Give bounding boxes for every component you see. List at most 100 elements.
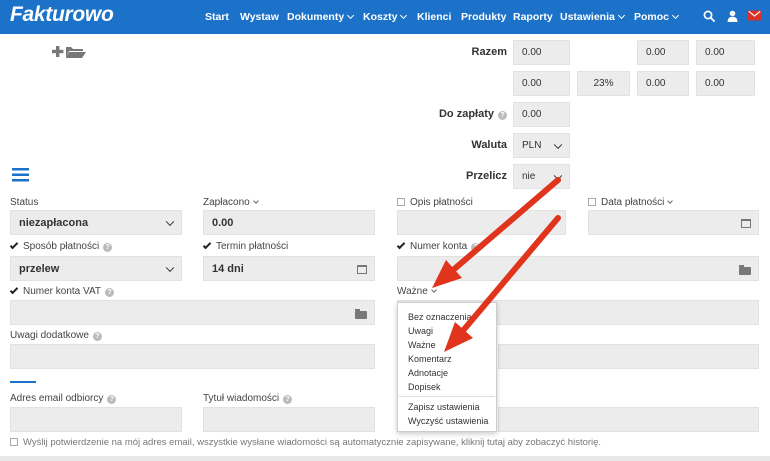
- chevron-down-icon: [347, 11, 355, 20]
- brand-logo[interactable]: Fakturowo: [10, 3, 114, 27]
- nav-koszty[interactable]: Koszty: [363, 11, 408, 23]
- nav-koszty-label: Koszty: [363, 11, 398, 23]
- razem-col3: 0.00: [637, 40, 689, 65]
- zaplacono-input[interactable]: 0.00: [203, 210, 375, 235]
- opis-checkbox[interactable]: [397, 198, 405, 206]
- uwagi-input-right[interactable]: [498, 344, 759, 369]
- confirm-checkbox[interactable]: [10, 438, 18, 446]
- help-icon[interactable]: ?: [103, 243, 113, 252]
- check-icon: [396, 240, 406, 250]
- przelicz-value: nie: [522, 171, 536, 182]
- help-icon[interactable]: ?: [92, 332, 102, 341]
- tytul-label: Tytuł wiadomości?: [203, 393, 293, 404]
- numer-konta-vat-label[interactable]: Numer konta VAT?: [9, 285, 114, 297]
- opis-input[interactable]: [397, 210, 566, 235]
- search-icon[interactable]: [703, 10, 715, 22]
- top-navbar: Fakturowo Start Wystaw Dokumenty Koszty …: [0, 0, 770, 34]
- do-zaplaty-label: Do zapłaty?: [425, 108, 507, 120]
- numer-konta-input[interactable]: [397, 256, 759, 281]
- nav-pomoc-label: Pomoc: [634, 11, 670, 23]
- menu-item-adnotacje[interactable]: Adnotacje: [408, 368, 448, 378]
- data-platnosci-label[interactable]: Data płatności: [588, 197, 674, 208]
- menu-item-komentarz[interactable]: Komentarz: [408, 354, 452, 364]
- nav-pomoc[interactable]: Pomoc: [634, 11, 680, 23]
- nav-start[interactable]: Start: [205, 11, 229, 23]
- data-platnosci-checkbox[interactable]: [588, 198, 596, 206]
- nav-raporty[interactable]: Raporty: [513, 11, 553, 23]
- status-value: niezapłacona: [19, 216, 89, 229]
- check-icon: [9, 285, 19, 295]
- do-zaplaty-text: Do zapłaty: [438, 108, 494, 120]
- wazne-label[interactable]: Ważne: [397, 286, 437, 297]
- add-folder-icon[interactable]: [52, 45, 86, 59]
- przelicz-select[interactable]: nie: [513, 164, 570, 189]
- chevron-down-icon: [617, 11, 625, 20]
- help-icon[interactable]: ?: [105, 288, 114, 297]
- termin-label[interactable]: Termin płatności: [202, 240, 289, 252]
- data-platnosci-input[interactable]: [588, 210, 759, 235]
- nav-dokumenty[interactable]: Dokumenty: [287, 11, 355, 23]
- email-input[interactable]: [10, 407, 182, 432]
- menu-item-bez-oznaczenia[interactable]: Bez oznaczenia: [408, 312, 472, 322]
- chevron-down-icon: [553, 171, 563, 180]
- row2-vat: 0.00: [637, 71, 689, 96]
- menu-item-wazne[interactable]: Ważne: [408, 340, 436, 350]
- help-icon[interactable]: ?: [107, 395, 117, 404]
- numer-konta-vat-input[interactable]: [10, 300, 375, 325]
- status-label: Status: [10, 197, 39, 208]
- section-divider: [10, 381, 36, 383]
- uwagi-text: Uwagi dodatkowe: [10, 330, 89, 341]
- tytul-input[interactable]: [203, 407, 375, 432]
- termin-value: 14 dni: [212, 262, 244, 275]
- email-label: Adres email odbiorcy?: [10, 393, 117, 404]
- row2-vat-rate: 23%: [577, 71, 630, 96]
- confirm-email-option[interactable]: Wyślij potwierdzenie na mój adres email,…: [10, 437, 601, 448]
- chevron-down-icon: [553, 140, 563, 149]
- sposob-label[interactable]: Sposób płatności?: [9, 240, 113, 252]
- chevron-down-icon: [400, 11, 408, 20]
- opis-label[interactable]: Opis płatności: [397, 197, 473, 208]
- user-icon[interactable]: [727, 10, 738, 22]
- termin-input[interactable]: 14 dni: [203, 256, 375, 281]
- waluta-value: PLN: [522, 140, 542, 151]
- message-input[interactable]: [498, 407, 759, 432]
- waluta-select[interactable]: PLN: [513, 133, 570, 158]
- chevron-down-icon: [252, 198, 259, 204]
- sposob-value: przelew: [19, 262, 60, 275]
- folder-icon[interactable]: [739, 265, 751, 275]
- menu-item-dopisek[interactable]: Dopisek: [408, 382, 441, 392]
- help-icon[interactable]: ?: [471, 243, 481, 252]
- chevron-down-icon: [671, 11, 680, 20]
- check-icon: [9, 240, 19, 250]
- menu-icon[interactable]: [12, 168, 29, 182]
- bottom-bar: [0, 456, 770, 461]
- sposob-select[interactable]: przelew: [10, 256, 182, 281]
- chevron-down-icon: [165, 217, 175, 226]
- confirm-text: Wyślij potwierdzenie na mój adres email,…: [23, 437, 602, 448]
- uwagi-input[interactable]: [10, 344, 375, 369]
- nav-produkty[interactable]: Produkty: [461, 11, 507, 23]
- help-icon[interactable]: ?: [283, 395, 293, 404]
- nav-klienci[interactable]: Klienci: [417, 11, 451, 23]
- calendar-icon[interactable]: [357, 265, 367, 274]
- calendar-icon[interactable]: [741, 219, 751, 228]
- termin-text: Termin płatności: [216, 241, 289, 252]
- numer-konta-label[interactable]: Numer konta?: [396, 240, 481, 252]
- wazne-dropdown-menu: Bez oznaczenia Uwagi Ważne Komentarz Adn…: [397, 302, 497, 432]
- do-zaplaty-value: 0.00: [513, 102, 570, 127]
- status-select[interactable]: niezapłacona: [10, 210, 182, 235]
- row2-gross: 0.00: [696, 71, 755, 96]
- folder-icon[interactable]: [355, 309, 367, 319]
- numer-konta-vat-text: Numer konta VAT: [23, 286, 101, 297]
- menu-item-wyczysc-ustawienia[interactable]: Wyczyść ustawienia: [408, 416, 488, 426]
- nav-ustawienia[interactable]: Ustawienia: [560, 11, 625, 23]
- menu-item-zapisz-ustawienia[interactable]: Zapisz ustawienia: [408, 402, 480, 412]
- help-icon[interactable]: ?: [498, 111, 507, 120]
- menu-item-uwagi[interactable]: Uwagi: [408, 326, 433, 336]
- nav-wystaw[interactable]: Wystaw: [240, 11, 279, 23]
- razem-value: 0.00: [513, 40, 570, 65]
- zaplacono-label[interactable]: Zapłacono: [203, 197, 259, 208]
- waluta-label: Waluta: [471, 139, 507, 151]
- zaplacono-text: Zapłacono: [203, 197, 250, 208]
- mail-icon[interactable]: [748, 10, 761, 21]
